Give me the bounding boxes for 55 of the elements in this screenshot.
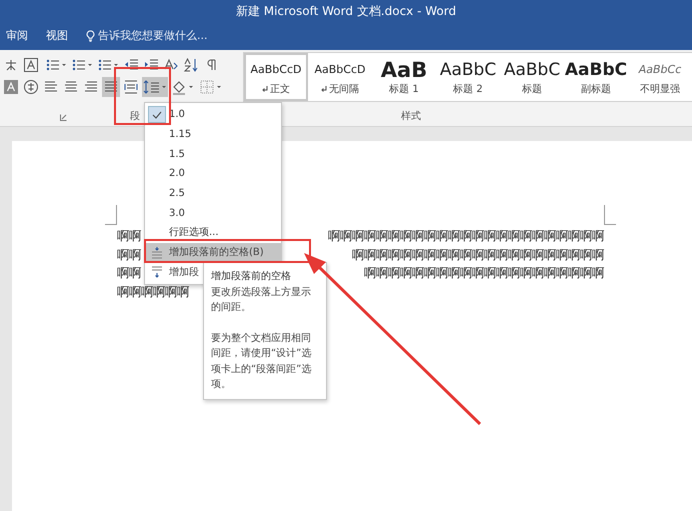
- tooltip-title: 增加段落前的空格: [211, 270, 292, 284]
- shading-bucket-icon: [171, 79, 195, 95]
- shaded-letter-icon: [3, 79, 19, 95]
- document-text: 啊啊啊啊啊啊啊啊啊啊啊啊啊啊啊啊啊啊啊啊: [364, 265, 604, 282]
- sort-icon: [183, 57, 199, 73]
- document-text: 啊啊啊啊啊啊: [117, 284, 189, 300]
- paragraph-return-icon: [321, 86, 327, 92]
- group-label: 样式: [401, 110, 421, 124]
- tell-me-field[interactable]: 告诉我您想要做什么...: [98, 28, 208, 44]
- highlight-frame: [114, 67, 171, 125]
- menu-item[interactable]: 2.5: [145, 184, 281, 204]
- enclosed-character-icon: [23, 79, 39, 95]
- menu-item[interactable]: 3.0: [145, 203, 281, 224]
- document-text: 啊啊: [117, 246, 141, 264]
- window-title: 新建 Microsoft Word 文档.docx - Word: [0, 0, 692, 22]
- boxed-letter-icon: [23, 57, 39, 73]
- menu-item[interactable]: 2.0: [145, 164, 281, 184]
- style-gallery-item[interactable]: AaBbC 标题 2: [436, 53, 500, 101]
- distributed-icon: [123, 79, 139, 95]
- tooltip-text: 更改所选段落上方显示的间距。: [211, 286, 312, 315]
- space-before-icon: [150, 246, 164, 259]
- ribbon-tab[interactable]: 视图: [46, 28, 68, 44]
- tooltip-text: 要为整个文档应用相同间距，请使用“设计”选项卡上的“段落间距”选项。: [211, 332, 312, 392]
- line-spacing-button[interactable]: [142, 77, 168, 97]
- enclosed-character-button[interactable]: [22, 77, 40, 97]
- document-text: 啊啊啊啊啊啊啊啊啊啊啊啊啊啊啊啊啊啊啊啊啊啊啊: [328, 228, 604, 245]
- style-gallery-item[interactable]: AaBbCc 不明显强: [628, 53, 692, 101]
- menu-item[interactable]: 1.5: [145, 144, 281, 164]
- space-after-icon: [150, 266, 164, 278]
- style-gallery-item[interactable]: AaBbC 副标题: [564, 53, 628, 101]
- boxed-letter-button[interactable]: [22, 55, 40, 75]
- multilevel-list-icon: [97, 57, 119, 73]
- menu-item[interactable]: 1.15: [145, 124, 281, 144]
- document-text: 啊啊: [117, 228, 141, 245]
- document-text: 啊啊: [117, 265, 141, 282]
- style-gallery-item[interactable]: AaBbCcD 无间隔: [308, 53, 372, 101]
- dialog-launcher-icon[interactable]: [60, 114, 67, 121]
- menu-item[interactable]: 行距选项...: [145, 223, 281, 243]
- style-gallery-item[interactable]: AaBbCcD 正文: [244, 53, 308, 101]
- line-spacing-icon: [143, 79, 167, 95]
- document-text: 啊啊啊啊啊啊啊啊啊啊啊啊啊啊啊啊啊啊啊啊啊: [352, 246, 604, 264]
- group-label: 段: [130, 110, 140, 124]
- checkmark-icon: [148, 106, 166, 124]
- bullets-icon: [45, 57, 67, 73]
- numbering-icon: [71, 57, 93, 73]
- ribbon-tab[interactable]: 审阅: [6, 28, 28, 44]
- margin-corner-mark: [604, 205, 616, 225]
- paragraph-return-icon: [262, 86, 268, 92]
- shaded-letter-button[interactable]: [2, 77, 20, 97]
- style-gallery-item[interactable]: AaBbC 标题: [500, 53, 564, 101]
- margin-corner-mark: [105, 205, 117, 225]
- style-gallery-item[interactable]: AaB 标题 1: [372, 53, 436, 101]
- menu-item[interactable]: 增加段落前的空格(B): [145, 242, 281, 262]
- lightbulb-icon: [86, 30, 95, 42]
- borders-icon: [199, 79, 223, 95]
